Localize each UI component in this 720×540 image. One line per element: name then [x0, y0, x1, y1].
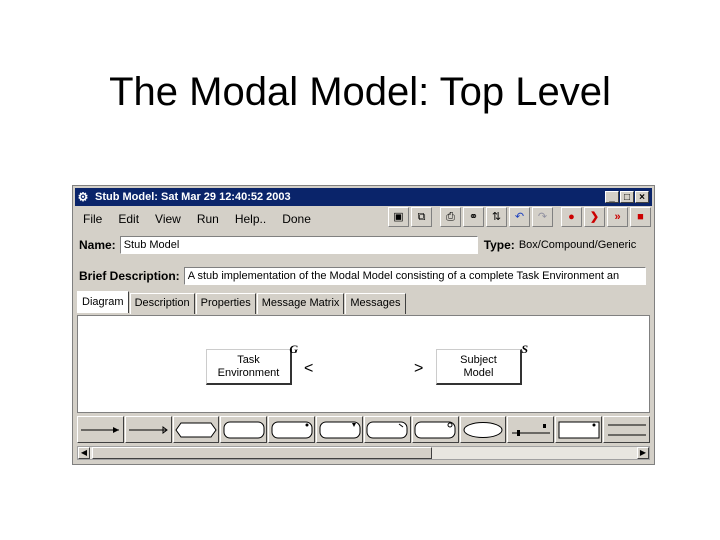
ellipse-tool-icon[interactable]: [459, 416, 507, 443]
application-window: ⚙ Stub Model: Sat Mar 29 12:40:52 2003 _…: [72, 185, 655, 465]
title-bar[interactable]: ⚙ Stub Model: Sat Mar 29 12:40:52 2003 _…: [75, 188, 652, 206]
find-icon[interactable]: ⚭: [463, 207, 484, 227]
arrow-right-tool-icon[interactable]: [124, 416, 172, 443]
slide-title: The Modal Model: Top Level: [109, 70, 611, 114]
name-field[interactable]: Stub Model: [119, 236, 478, 254]
rounded-box-notch-tool-icon[interactable]: [316, 416, 363, 443]
run-icon[interactable]: »: [607, 207, 628, 227]
task-environment-node[interactable]: Task Environment G: [206, 343, 298, 385]
record-icon[interactable]: ●: [561, 207, 582, 227]
line-tool-icon[interactable]: [507, 416, 555, 443]
tab-properties[interactable]: Properties: [195, 293, 256, 314]
print-icon[interactable]: ⎙: [440, 207, 461, 227]
menu-run[interactable]: Run: [189, 212, 227, 226]
maximize-button[interactable]: □: [620, 191, 634, 203]
rounded-box-dot-tool-icon[interactable]: [268, 416, 316, 443]
rounded-box-arrow-tool-icon[interactable]: [363, 416, 411, 443]
tab-messages[interactable]: Messages: [345, 293, 406, 314]
name-row: Name: Stub Model Type: Box/Compound/Gene…: [79, 236, 648, 254]
scroll-thumb[interactable]: [92, 447, 432, 459]
rounded-box-corner-tool-icon[interactable]: [411, 416, 459, 443]
task-node-tag: G: [289, 342, 298, 356]
diagram-canvas[interactable]: Task Environment G < > Subject Model S: [77, 315, 650, 413]
stop-icon[interactable]: ■: [630, 207, 651, 227]
menu-edit[interactable]: Edit: [110, 212, 147, 226]
output-port[interactable]: <: [304, 360, 313, 378]
save-icon[interactable]: ▣: [388, 207, 409, 227]
type-value: Box/Compound/Generic: [518, 239, 637, 251]
task-node-line2: Environment: [217, 367, 280, 379]
subject-node-line2: Model: [463, 367, 494, 379]
tab-message-matrix[interactable]: Message Matrix: [256, 293, 345, 314]
lines-tool-icon[interactable]: [603, 416, 650, 443]
box-tool-icon[interactable]: [555, 416, 603, 443]
scroll-left-icon[interactable]: ◀: [78, 447, 90, 459]
subject-node-tag: S: [521, 342, 528, 356]
description-field[interactable]: A stub implementation of the Modal Model…: [183, 267, 646, 285]
menu-done[interactable]: Done: [274, 212, 319, 226]
description-label: Brief Description:: [79, 269, 180, 283]
sort-icon[interactable]: ⇅: [486, 207, 507, 227]
menu-help[interactable]: Help..: [227, 212, 274, 226]
scroll-right-icon[interactable]: ▶: [637, 447, 649, 459]
minimize-button[interactable]: _: [605, 191, 619, 203]
window-title: Stub Model: Sat Mar 29 12:40:52 2003: [95, 191, 291, 203]
task-node-line1: Task: [237, 354, 260, 366]
hexagon-tool-icon[interactable]: [172, 416, 220, 443]
save-all-icon[interactable]: ⧉: [411, 207, 432, 227]
horizontal-scrollbar[interactable]: ◀ ▶: [77, 446, 650, 460]
subject-node-line1: Subject: [460, 354, 497, 366]
gear-icon[interactable]: ⚙: [75, 190, 91, 204]
description-row: Brief Description: A stub implementation…: [79, 267, 648, 285]
tab-bar: Diagram Description Properties Message M…: [77, 291, 407, 314]
undo-icon[interactable]: ↶: [509, 207, 530, 227]
menu-view[interactable]: View: [147, 212, 189, 226]
subject-model-node[interactable]: Subject Model S: [436, 343, 528, 385]
redo-icon[interactable]: ↷: [532, 207, 553, 227]
rounded-box-tool-icon[interactable]: [220, 416, 268, 443]
menu-file[interactable]: File: [75, 212, 110, 226]
type-label: Type:: [483, 238, 515, 252]
toolbar: ▣ ⧉ ⎙ ⚭ ⇅ ↶ ↷ ● ❯ » ■: [388, 207, 651, 227]
name-label: Name:: [79, 238, 116, 252]
tab-description[interactable]: Description: [129, 293, 195, 314]
input-port[interactable]: >: [414, 360, 423, 378]
arrow-left-tool-icon[interactable]: [77, 416, 124, 443]
close-button[interactable]: ×: [635, 191, 649, 203]
tab-diagram[interactable]: Diagram: [77, 291, 129, 313]
step-icon[interactable]: ❯: [584, 207, 605, 227]
shape-palette: [77, 416, 650, 443]
